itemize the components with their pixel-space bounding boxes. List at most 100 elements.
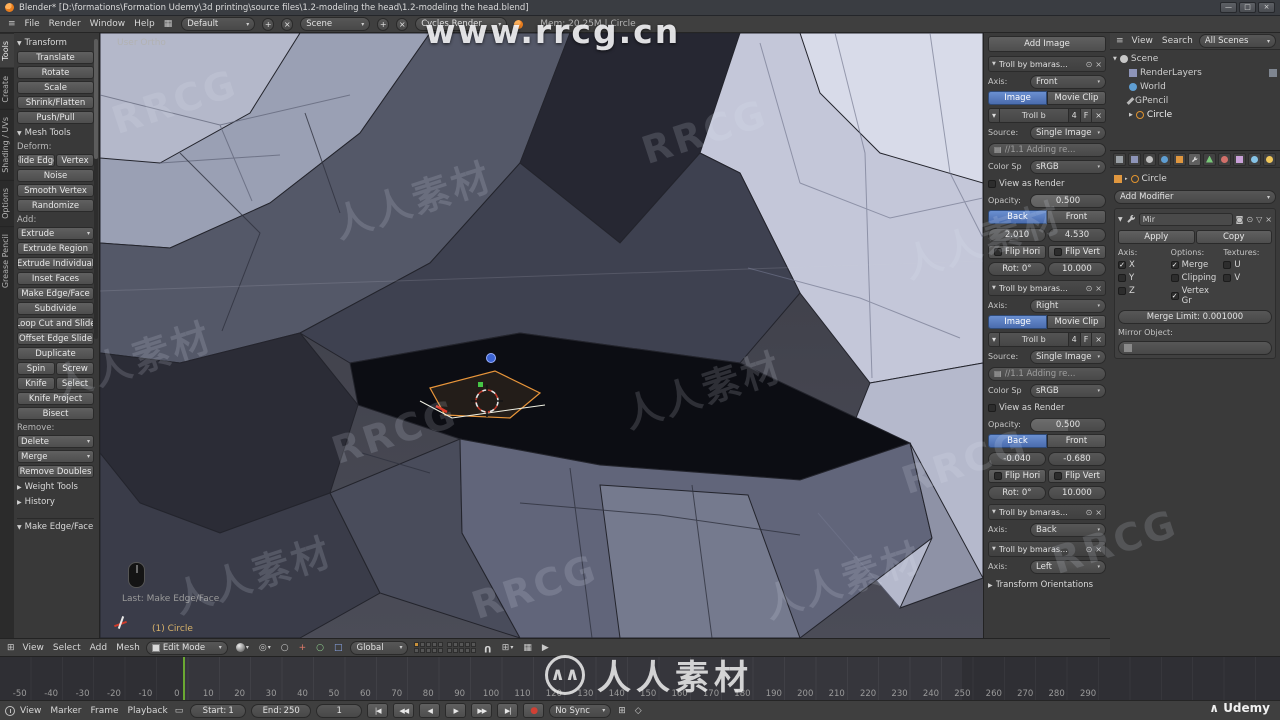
clipping-checkbox[interactable]: Clipping — [1170, 273, 1220, 283]
opacity-slider[interactable]: 0.500 — [1030, 417, 1106, 432]
layers-widget[interactable] — [414, 642, 477, 653]
outliner-menu-item[interactable]: View — [1132, 36, 1153, 46]
fake-user-button[interactable]: F — [1080, 332, 1093, 347]
unlink-icon[interactable]: × — [1092, 332, 1106, 347]
tool-button[interactable]: Smooth Vertex — [17, 184, 94, 197]
outliner-item-renderlayers[interactable]: RenderLayers — [1113, 66, 1277, 80]
slide-vertex-button[interactable]: Vertex — [56, 154, 94, 167]
colorspace-dropdown[interactable]: sRGB ▾ — [1030, 383, 1106, 398]
delete-layout-button[interactable]: × — [281, 17, 294, 31]
view-as-render-checkbox[interactable]: View as Render — [988, 403, 1064, 413]
users-count-button[interactable]: 4 — [1068, 332, 1081, 347]
axis-dropdown[interactable]: Front ▾ — [1030, 74, 1106, 89]
add-layout-button[interactable]: + — [262, 17, 275, 31]
axis-z-checkbox[interactable]: Z — [1118, 286, 1167, 296]
bg-image-header[interactable]: ▼ Troll by bmaras... ⊙ × — [988, 541, 1106, 557]
tool-button[interactable]: Rotate — [17, 66, 94, 79]
tool-button[interactable]: Loop Cut and Slide — [17, 317, 94, 330]
image-path-field[interactable]: ▤ //1.1 Adding re... — [988, 366, 1106, 381]
view3d-menu-item[interactable]: Mesh — [116, 643, 140, 653]
source-dropdown[interactable]: Single Image ▾ — [1030, 349, 1106, 364]
props-tab-particles[interactable] — [1248, 152, 1261, 166]
bg-image-header[interactable]: ▼ Troll by bmaras... ⊙ × — [988, 504, 1106, 520]
minimize-button[interactable]: — — [1220, 2, 1237, 13]
snap-magnet-icon[interactable]: U — [482, 641, 493, 655]
merge-limit-field[interactable]: Merge Limit: 0.001000 — [1118, 310, 1272, 324]
outliner-item-world[interactable]: World — [1113, 80, 1277, 94]
extrude-menu-button[interactable]: Extrude ▾ — [17, 227, 94, 240]
modifier-name-field[interactable]: Mir — [1138, 212, 1233, 226]
play-button[interactable]: ▶ — [445, 703, 467, 718]
offset-y-field[interactable]: -0.680 — [1048, 451, 1106, 466]
front-button[interactable]: Front — [1047, 210, 1106, 224]
unlink-icon[interactable]: × — [1092, 108, 1106, 123]
tool-button[interactable]: Offset Edge Slide — [17, 332, 94, 345]
props-tab-object[interactable] — [1173, 152, 1186, 166]
tool-button[interactable]: Subdivide — [17, 302, 94, 315]
view3d-menu-item[interactable]: Add — [90, 643, 107, 653]
image-browse-icon[interactable]: ▾ — [988, 332, 1001, 347]
tool-button[interactable]: Inset Faces — [17, 272, 94, 285]
panel-header-mesh-tools[interactable]: ▼ Mesh Tools — [17, 126, 94, 139]
delete-scene-button[interactable]: × — [396, 17, 409, 31]
image-path-field[interactable]: ▤ //1.1 Adding re... — [988, 142, 1106, 157]
outliner-item-scene[interactable]: ▼ Scene — [1113, 52, 1277, 66]
editmode-toggle-icon[interactable]: ▽ — [1256, 215, 1262, 224]
axis-dropdown[interactable]: Left ▾ — [1030, 559, 1106, 574]
end-frame-field[interactable]: End: 250 — [251, 703, 312, 718]
delete-menu-button[interactable]: Delete ▾ — [17, 435, 94, 448]
close-icon[interactable]: × — [1095, 545, 1102, 554]
manipulator-translate-icon[interactable]: + — [297, 641, 309, 655]
offset-x-field[interactable]: 2.010 — [988, 227, 1046, 242]
merge-checkbox[interactable]: ✓ Merge — [1170, 260, 1220, 270]
timeline-menu-item[interactable]: Playback — [128, 706, 168, 716]
props-tab-render-layers[interactable] — [1128, 152, 1141, 166]
delete-modifier-icon[interactable]: × — [1265, 215, 1272, 224]
texture-u-checkbox[interactable]: U — [1223, 260, 1272, 270]
view-as-render-checkbox[interactable]: View as Render — [988, 179, 1064, 189]
tool-button[interactable]: Extrude Region — [17, 242, 94, 255]
props-tab-texture[interactable] — [1233, 152, 1246, 166]
panel-header-transform[interactable]: ▼ Transform — [17, 36, 94, 49]
next-keyframe-button[interactable]: ▶▶ — [471, 703, 493, 718]
render-opengl-anim-icon[interactable]: ▶ — [540, 641, 551, 655]
knife-project-button[interactable]: Knife Project — [17, 392, 94, 405]
offset-x-field[interactable]: -0.040 — [988, 451, 1046, 466]
tool-button[interactable]: Shrink/Flatten — [17, 96, 94, 109]
axis-dropdown[interactable]: Right ▾ — [1030, 298, 1106, 313]
texture-v-checkbox[interactable]: V — [1223, 273, 1272, 283]
jump-to-start-button[interactable]: |◀ — [367, 703, 389, 718]
snap-element-dropdown[interactable]: ⊞ ▾ — [500, 641, 516, 655]
info-menu-item[interactable]: Render — [49, 19, 81, 29]
jump-to-end-button[interactable]: ▶| — [497, 703, 519, 718]
info-menu-item[interactable]: Help — [134, 19, 155, 29]
shelf-tab[interactable]: Create — [0, 67, 14, 110]
eye-icon[interactable]: ⊙ — [1086, 508, 1093, 517]
proportional-edit-icon[interactable]: ○ — [279, 641, 291, 655]
tab-image[interactable]: Image — [988, 315, 1047, 329]
image-name-field[interactable]: Troll b — [1000, 108, 1069, 123]
add-scene-button[interactable]: + — [377, 17, 390, 31]
eye-icon[interactable]: ⊙ — [1086, 284, 1093, 293]
manipulator-scale-icon[interactable]: □ — [332, 641, 345, 655]
props-tab-render[interactable] — [1113, 152, 1126, 166]
viewport-shading-icon[interactable]: ▾ — [234, 641, 251, 655]
editor-type-icon[interactable]: ≡ — [1114, 34, 1126, 48]
outliner-display-mode[interactable]: All Scenes ▾ — [1198, 34, 1276, 48]
editor-type-icon[interactable]: ⊞ — [5, 641, 17, 655]
timeline-ruler[interactable]: -50 -40 -30 -20 -10 0 10 20 30 40 50 60 70 80 90 100 110… — [0, 656, 1280, 700]
preview-range-icon[interactable]: ▭ — [173, 704, 186, 718]
eye-icon[interactable]: ⊙ — [1086, 545, 1093, 554]
close-button[interactable]: × — [1258, 2, 1275, 13]
merge-menu-button[interactable]: Merge ▾ — [17, 450, 94, 463]
tool-button[interactable]: Noise — [17, 169, 94, 182]
slide-edge-button[interactable]: Slide Edge — [17, 154, 55, 167]
render-toggle-icon[interactable]: ◙ — [1236, 215, 1244, 224]
offset-y-field[interactable]: 4.530 — [1048, 227, 1106, 242]
props-tab-data[interactable] — [1203, 152, 1216, 166]
add-image-button[interactable]: Add Image — [988, 36, 1106, 52]
operator-redo-panel[interactable]: ▼ Make Edge/Face — [17, 518, 94, 533]
shelf-tab[interactable]: Grease Pencil — [0, 225, 14, 296]
axis-y-checkbox[interactable]: Y — [1118, 273, 1167, 283]
record-button[interactable]: ● — [523, 703, 545, 718]
